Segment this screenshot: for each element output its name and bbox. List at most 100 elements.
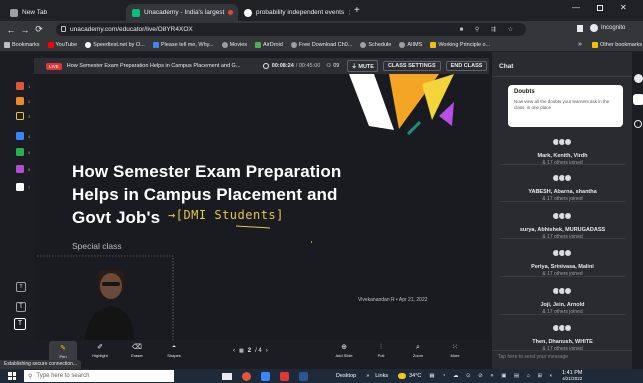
settings-rail-icon[interactable] xyxy=(634,120,642,128)
color-swatch-white[interactable] xyxy=(16,183,24,191)
tab-probability[interactable]: probability independent events ✕ xyxy=(238,4,350,21)
text-size-large-icon[interactable]: T xyxy=(14,318,26,330)
color-swatch-red[interactable] xyxy=(16,82,24,90)
chat-header: Chat xyxy=(499,63,514,70)
desktop-label[interactable]: Desktop xyxy=(336,373,356,379)
bookmarks-overflow-icon[interactable]: » xyxy=(578,41,582,48)
close-tab-icon[interactable]: ✕ xyxy=(348,9,350,17)
bookmark-item[interactable]: Schedule xyxy=(356,41,395,48)
acrobat-taskbar-icon[interactable] xyxy=(280,371,289,381)
bookmark-item[interactable]: Please tell me, Why... xyxy=(149,41,218,48)
close-window-button[interactable]: ✕ xyxy=(620,3,627,12)
extension-icon[interactable] xyxy=(577,25,583,32)
avatar-stack xyxy=(551,324,572,332)
poll-icon: ⫶ xyxy=(380,344,382,351)
total-duration: / 00:45:00 xyxy=(295,63,321,69)
notice-divider xyxy=(500,314,625,315)
taskbar-clock[interactable]: 1:41 PM 4/21/2022 xyxy=(562,370,582,382)
new-tab-button[interactable]: + xyxy=(354,5,360,16)
chat-toggle-icon[interactable] xyxy=(634,74,643,83)
zoom-button[interactable]: ⌕ Zoom xyxy=(404,340,432,362)
taskbar-search-box[interactable]: ⚲ Type here to search xyxy=(24,370,174,382)
tab-unacademy[interactable]: Unacademy - India's largest ✕ xyxy=(126,4,238,21)
doubts-popup[interactable]: Doubts Now view all the doubts your lear… xyxy=(508,85,623,127)
next-page-icon[interactable]: › xyxy=(266,348,268,354)
reload-icon[interactable]: ⟳ xyxy=(32,24,46,35)
add-slide-button[interactable]: ⊕ Add Slide xyxy=(330,340,358,362)
poll-button[interactable]: ⫶ Poll xyxy=(367,340,395,362)
profile-label[interactable]: Incognito xyxy=(601,25,625,31)
other-bookmarks[interactable]: Other bookmarks xyxy=(588,41,643,48)
special-class-label: Special class xyxy=(72,241,122,251)
color-swatch-orange[interactable] xyxy=(16,97,24,105)
links-label[interactable]: Links xyxy=(375,373,388,379)
credit-date: Apr 21, 2022 xyxy=(398,297,428,303)
chat-message-input[interactable]: Tap here to send your message xyxy=(498,354,626,360)
bookmark-page-icon xyxy=(430,41,437,48)
color-swatch-yellow[interactable] xyxy=(16,112,24,120)
avatar xyxy=(563,212,572,220)
globe-icon xyxy=(221,41,228,48)
url-text: unacademy.com/educator/live/O8YR4XOX xyxy=(70,26,193,33)
forward-icon[interactable]: → xyxy=(18,25,32,35)
mute-button[interactable]: ⏚ MUTE xyxy=(347,60,378,72)
tab-new-tab[interactable]: New Tab ✕ xyxy=(4,4,142,21)
viewers-icon: ⚇ xyxy=(326,63,332,69)
class-settings-button[interactable]: CLASS SETTINGS xyxy=(382,61,441,71)
notice-divider xyxy=(500,238,625,239)
maximize-button[interactable] xyxy=(597,5,603,11)
word-taskbar-icon[interactable] xyxy=(299,371,308,381)
bookmark-item[interactable]: AIIMS xyxy=(395,41,426,48)
notice-divider xyxy=(500,164,625,165)
avatar xyxy=(563,249,572,257)
prev-page-icon[interactable]: ‹ xyxy=(233,348,235,354)
total-pages: / 4 xyxy=(255,348,262,354)
globe-icon xyxy=(290,41,297,48)
text-size-medium-icon[interactable]: T xyxy=(16,302,26,312)
task-view-icon[interactable] xyxy=(222,372,232,380)
bookmark-item[interactable]: Bookmarks xyxy=(0,41,44,48)
eraser-tool[interactable]: ⌫ Eraser xyxy=(123,340,151,362)
swatch-index: 6 xyxy=(28,167,31,172)
bookmark-item[interactable]: Speedtest.net by O... xyxy=(81,41,149,48)
chrome-taskbar-icon[interactable] xyxy=(242,371,251,381)
bookmarks-bar: Bookmarks YouTube Speedtest.net by O... … xyxy=(0,38,643,52)
taskbar-expand-icon[interactable]: » xyxy=(366,373,369,379)
tab-title: New Tab xyxy=(22,9,48,16)
back-icon[interactable]: ← xyxy=(4,25,18,35)
highlight-tool[interactable]: ✐ Highlight xyxy=(86,340,114,362)
bookmark-item[interactable]: AirDroid xyxy=(251,41,287,48)
grid-view-icon[interactable]: ▦ xyxy=(239,348,244,354)
right-icon-rail xyxy=(632,52,643,369)
eraser-icon: ⌫ xyxy=(132,344,142,351)
color-swatch-purple[interactable] xyxy=(16,165,24,173)
address-bar[interactable]: unacademy.com/educator/live/O8YR4XOX ■ ⚲… xyxy=(56,23,526,36)
incognito-icon[interactable] xyxy=(590,24,598,32)
text-size-small-icon[interactable]: T xyxy=(16,282,26,292)
notice-divider xyxy=(500,201,625,202)
session-title: How Semester Exam Preparation Helps in C… xyxy=(66,63,241,69)
minimize-button[interactable]: — xyxy=(572,3,580,12)
doubts-icon[interactable] xyxy=(633,94,643,105)
shapes-tool[interactable]: ◓ Shapes xyxy=(160,340,188,362)
windows-start-icon[interactable] xyxy=(8,372,16,380)
avatar-stack xyxy=(551,174,572,182)
windows-taskbar: ⚲ Type here to search Desktop » Links 34… xyxy=(0,369,643,383)
bookmark-item[interactable]: Movies xyxy=(218,41,251,48)
page-navigator: ‹ ▦ 2 / 4 › xyxy=(233,346,268,356)
color-swatch-blue[interactable] xyxy=(16,132,24,140)
avatar-stack xyxy=(551,212,572,220)
more-button[interactable]: ⁙ More xyxy=(441,340,469,362)
white-wedge-shape xyxy=(349,74,394,130)
handwritten-annotation: →[DMI Students] xyxy=(168,208,284,222)
bookmark-item[interactable]: Working Principle o... xyxy=(426,41,494,48)
system-tray-icons[interactable]: ▦ ◔ ☁ ⊙ ⊘ ⋄ ▣ ▤ ⌂ ⊞ ◐ xyxy=(429,373,556,379)
bookmark-item[interactable]: YouTube xyxy=(44,41,82,48)
end-class-button[interactable]: END CLASS xyxy=(445,61,488,71)
bookmark-item[interactable]: Free Download Ch0... xyxy=(287,41,357,48)
tool-label: Add Slide xyxy=(335,353,353,358)
color-swatch-green[interactable] xyxy=(16,148,24,156)
avatar xyxy=(563,138,572,146)
tool-label: Eraser xyxy=(131,353,143,358)
app-taskbar-icon[interactable] xyxy=(261,371,270,381)
